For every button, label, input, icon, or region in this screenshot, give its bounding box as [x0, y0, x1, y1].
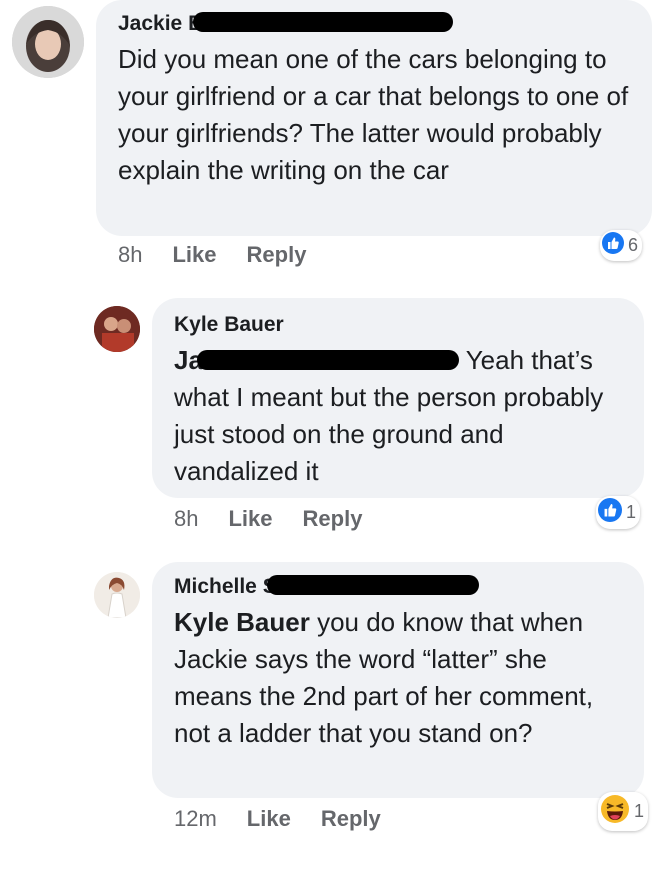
comment-text: Kyle Bauer you do know that when Jackie …: [174, 604, 622, 752]
comment-bubble: Jackie B Did you mean one of the cars be…: [96, 0, 652, 236]
reaction-count: 1: [626, 502, 637, 522]
comment-timestamp[interactable]: 12m: [174, 806, 217, 832]
comment-author[interactable]: Kyle Bauer: [174, 312, 622, 338]
reaction-badge[interactable]: 1: [596, 496, 641, 529]
reaction-count: 1: [634, 801, 645, 821]
comment-text: Did you mean one of the cars belonging t…: [118, 44, 629, 185]
profile-photo-icon: [12, 6, 84, 78]
comment-author[interactable]: Jackie B: [118, 11, 630, 37]
reaction-badge[interactable]: 6: [600, 230, 643, 261]
comment-timestamp[interactable]: 8h: [174, 506, 198, 532]
laugh-icon: [600, 794, 630, 829]
avatar[interactable]: [94, 572, 140, 618]
comment-text: Ja Yeah that’s what I meant but the pers…: [174, 342, 622, 490]
reply-button[interactable]: Reply: [321, 806, 381, 832]
profile-photo-icon: [94, 572, 140, 618]
mention-tag[interactable]: Kyle Bauer: [174, 607, 310, 637]
comment-actions: 8h Like Reply: [118, 240, 336, 270]
comment-actions: 12m Like Reply: [174, 804, 411, 834]
comment-timestamp[interactable]: 8h: [118, 242, 142, 268]
comment-bubble: Kyle Bauer Ja Yeah that’s what I meant b…: [152, 298, 644, 498]
like-icon: [602, 232, 624, 259]
like-icon: [598, 498, 622, 527]
reaction-badge[interactable]: 1: [598, 792, 649, 831]
reply-button[interactable]: Reply: [247, 242, 307, 268]
like-button[interactable]: Like: [172, 242, 216, 268]
like-button[interactable]: Like: [228, 506, 272, 532]
redaction-bar: [193, 12, 454, 33]
redaction-bar: [266, 575, 479, 596]
mention-tag[interactable]: Ja: [174, 345, 459, 375]
comment-author[interactable]: Michelle S: [174, 574, 622, 600]
reaction-count: 6: [628, 235, 639, 255]
profile-photo-icon: [94, 306, 140, 352]
avatar[interactable]: [94, 306, 140, 352]
avatar[interactable]: [12, 6, 84, 78]
redaction-bar: [196, 350, 459, 371]
reply-button[interactable]: Reply: [303, 506, 363, 532]
comment-bubble: Michelle S Kyle Bauer you do know that w…: [152, 562, 644, 798]
comment-actions: 8h Like Reply: [174, 504, 392, 534]
like-button[interactable]: Like: [247, 806, 291, 832]
